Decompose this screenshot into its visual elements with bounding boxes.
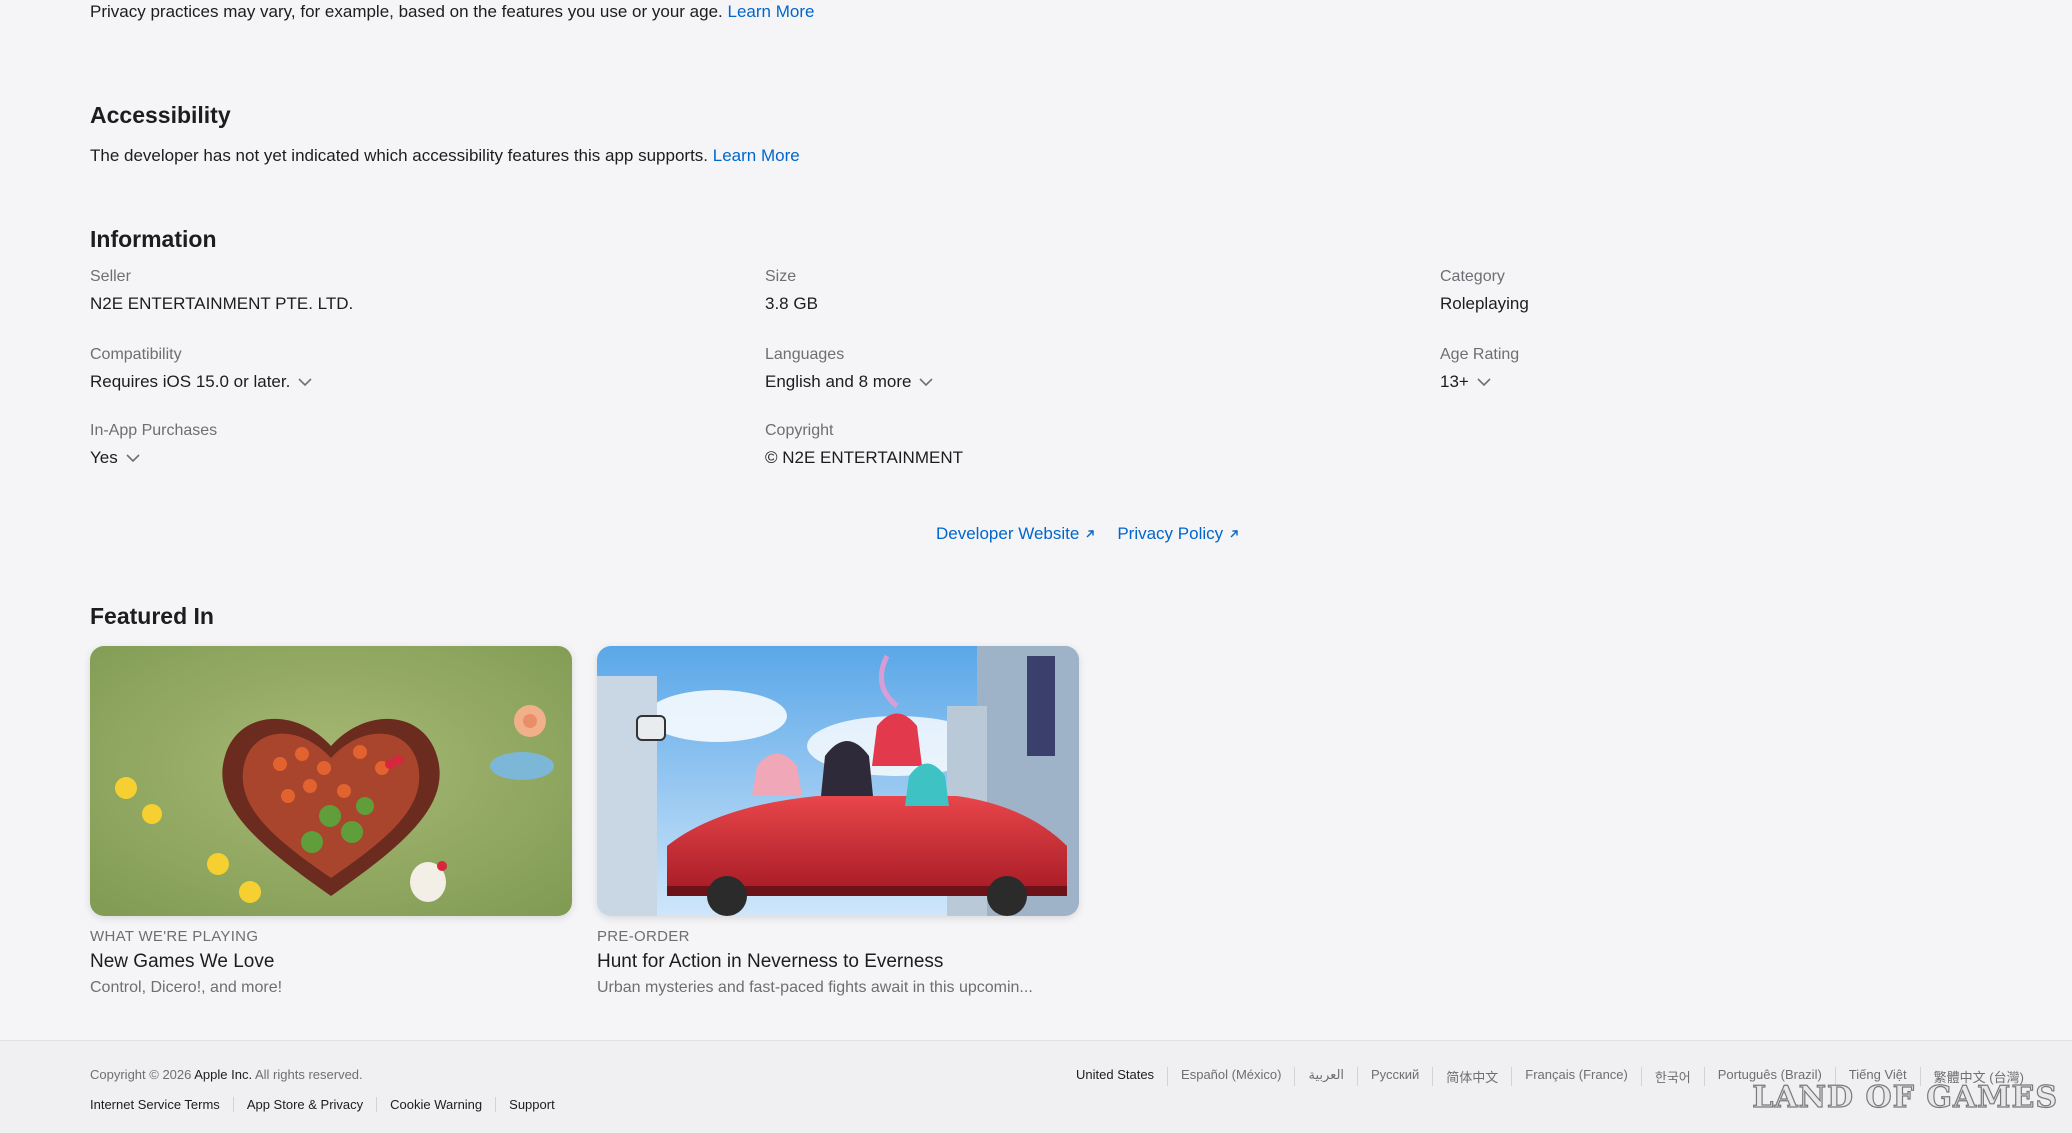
chevron-down-icon [919,378,934,387]
info-label: Compatibility [90,346,182,363]
locale-link[interactable]: United States [1076,1067,1167,1086]
info-value: © N2E ENTERTAINMENT [765,448,963,467]
locale-link[interactable]: 한국어 [1640,1067,1704,1086]
developer-website-link[interactable]: Developer Website [936,524,1095,544]
card-eyebrow: PRE-ORDER [597,928,690,945]
external-link-icon [1230,530,1238,538]
app-store-privacy-link[interactable]: App Store & Privacy [232,1097,376,1112]
info-size: Size 3.8 GB [765,268,1365,314]
featured-card-neverness[interactable]: PRE-ORDER Hunt for Action in Neverness t… [597,646,1079,997]
info-label: In-App Purchases [90,422,218,439]
info-label: Copyright [765,422,834,439]
locale-link[interactable]: العربية [1294,1067,1357,1086]
chevron-down-icon [126,454,140,463]
info-age-rating: Age Rating 13+ [1440,346,2040,392]
info-label: Size [765,268,797,285]
card-eyebrow: WHAT WE'RE PLAYING [90,928,259,945]
info-compatibility: Compatibility Requires iOS 15.0 or later… [90,346,690,392]
info-label: Category [1440,268,1505,285]
card-title: New Games We Love [90,951,275,972]
internet-service-terms-link[interactable]: Internet Service Terms [90,1097,233,1112]
info-languages: Languages English and 8 more [765,346,1365,392]
info-label: Languages [765,346,845,363]
in-app-purchases-expander[interactable]: Yes [90,448,690,468]
locale-link[interactable]: Français (France) [1511,1067,1641,1086]
card-artwork-farm [90,646,572,916]
watermark-logo: LAND OF GAMES [1752,1079,2058,1115]
info-label: Age Rating [1440,346,1520,363]
compatibility-expander[interactable]: Requires iOS 15.0 or later. [90,372,690,392]
languages-expander[interactable]: English and 8 more [765,372,1365,392]
farm-heart-illustration [90,646,572,916]
privacy-learn-more-link[interactable]: Learn More [728,2,815,21]
footer-legal-links: Internet Service Terms App Store & Priva… [90,1097,568,1112]
age-rating-expander[interactable]: 13+ [1440,372,2040,392]
privacy-policy-link[interactable]: Privacy Policy [1117,524,1239,544]
accessibility-note: The developer has not yet indicated whic… [90,146,800,165]
external-link-icon [1086,530,1095,538]
featured-card-new-games[interactable]: WHAT WE'RE PLAYING New Games We Love Con… [90,646,572,997]
card-artwork-neverness [597,646,1079,916]
privacy-note: Privacy practices may vary, for example,… [90,2,815,21]
footer-copyright: Copyright © 2026 Apple Inc. All rights r… [90,1067,363,1082]
info-copyright: Copyright © N2E ENTERTAINMENT [765,422,1365,468]
card-subtitle: Control, Dicero!, and more! [90,979,283,996]
card-subtitle: Urban mysteries and fast-paced fights aw… [597,979,1033,996]
chevron-down-icon [298,378,312,387]
info-label: Seller [90,268,131,285]
card-title: Hunt for Action in Neverness to Everness [597,951,944,972]
cookie-warning-link[interactable]: Cookie Warning [376,1097,495,1112]
chevron-down-icon [1477,378,1491,387]
information-title: Information [90,226,217,252]
info-value: 3.8 GB [765,294,818,313]
locale-link[interactable]: Español (México) [1167,1067,1294,1086]
info-category: Category Roleplaying [1440,268,2040,314]
city-car-illustration [597,646,1079,916]
info-seller: Seller N2E ENTERTAINMENT PTE. LTD. [90,268,690,314]
locale-link[interactable]: 简体中文 [1432,1067,1511,1086]
info-value: N2E ENTERTAINMENT PTE. LTD. [90,294,354,313]
locale-link[interactable]: Русский [1357,1067,1432,1086]
developer-links: Developer Website Privacy Policy [936,524,1239,544]
info-in-app-purchases: In-App Purchases Yes [90,422,690,468]
accessibility-title: Accessibility [90,102,231,128]
support-link[interactable]: Support [495,1097,568,1112]
accessibility-learn-more-link[interactable]: Learn More [713,146,800,165]
info-value: Roleplaying [1440,294,1529,313]
featured-in-title: Featured In [90,603,214,629]
